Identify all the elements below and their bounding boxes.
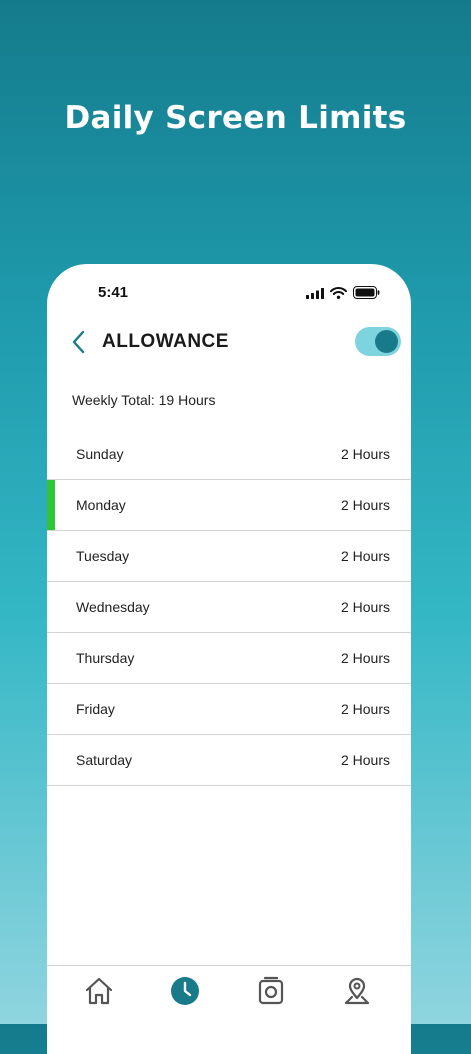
headline: Daily Screen Limits: [64, 100, 407, 136]
day-name: Saturday: [76, 752, 133, 768]
camera-icon: [256, 976, 286, 1011]
day-name: Sunday: [76, 446, 124, 462]
status-bar: 5:41: [47, 264, 411, 324]
day-hours: 2 Hours: [340, 446, 390, 462]
day-list: Sunday 2 Hours Monday 2 Hours Tuesday 2 …: [47, 429, 411, 786]
home-icon: [84, 976, 114, 1011]
chevron-left-icon: [72, 330, 86, 359]
day-row-friday[interactable]: Friday 2 Hours: [47, 684, 411, 735]
day-hours: 2 Hours: [340, 548, 390, 564]
day-row-thursday[interactable]: Thursday 2 Hours: [47, 633, 411, 684]
tab-camera[interactable]: [254, 976, 288, 1010]
status-time: 5:41: [98, 284, 129, 301]
day-name: Friday: [76, 701, 115, 717]
location-pin-icon: [342, 976, 372, 1011]
day-row-tuesday[interactable]: Tuesday 2 Hours: [47, 531, 411, 582]
day-row-sunday[interactable]: Sunday 2 Hours: [47, 429, 411, 480]
day-row-wednesday[interactable]: Wednesday 2 Hours: [47, 582, 411, 633]
signal-icon: [306, 286, 324, 304]
back-button[interactable]: [67, 330, 91, 359]
status-icons: [306, 286, 380, 304]
clock-icon: [170, 976, 200, 1011]
tab-home[interactable]: [82, 976, 116, 1010]
wifi-icon: [330, 286, 347, 304]
day-hours: 2 Hours: [340, 701, 390, 717]
tab-bar: [47, 965, 411, 1026]
day-row-saturday[interactable]: Saturday 2 Hours: [47, 735, 411, 786]
phone-screen: 5:41 ALLOWANCE Weekly Total: 19 Hours Su…: [47, 264, 411, 1054]
day-hours: 2 Hours: [340, 752, 390, 768]
battery-icon: [353, 286, 380, 304]
tab-location[interactable]: [340, 976, 374, 1010]
weekly-total: Weekly Total: 19 Hours: [72, 392, 216, 408]
day-hours: 2 Hours: [340, 599, 390, 615]
day-hours: 2 Hours: [340, 497, 390, 513]
allowance-toggle[interactable]: [355, 327, 401, 356]
nav-header: ALLOWANCE: [47, 324, 411, 364]
day-name: Monday: [76, 497, 126, 513]
day-name: Wednesday: [76, 599, 150, 615]
day-hours: 2 Hours: [340, 650, 390, 666]
day-name: Tuesday: [76, 548, 130, 564]
screen-title: ALLOWANCE: [102, 331, 229, 352]
toggle-knob: [375, 330, 398, 353]
day-name: Thursday: [76, 650, 135, 666]
tab-schedule[interactable]: [168, 976, 202, 1010]
day-row-monday[interactable]: Monday 2 Hours: [47, 480, 411, 531]
